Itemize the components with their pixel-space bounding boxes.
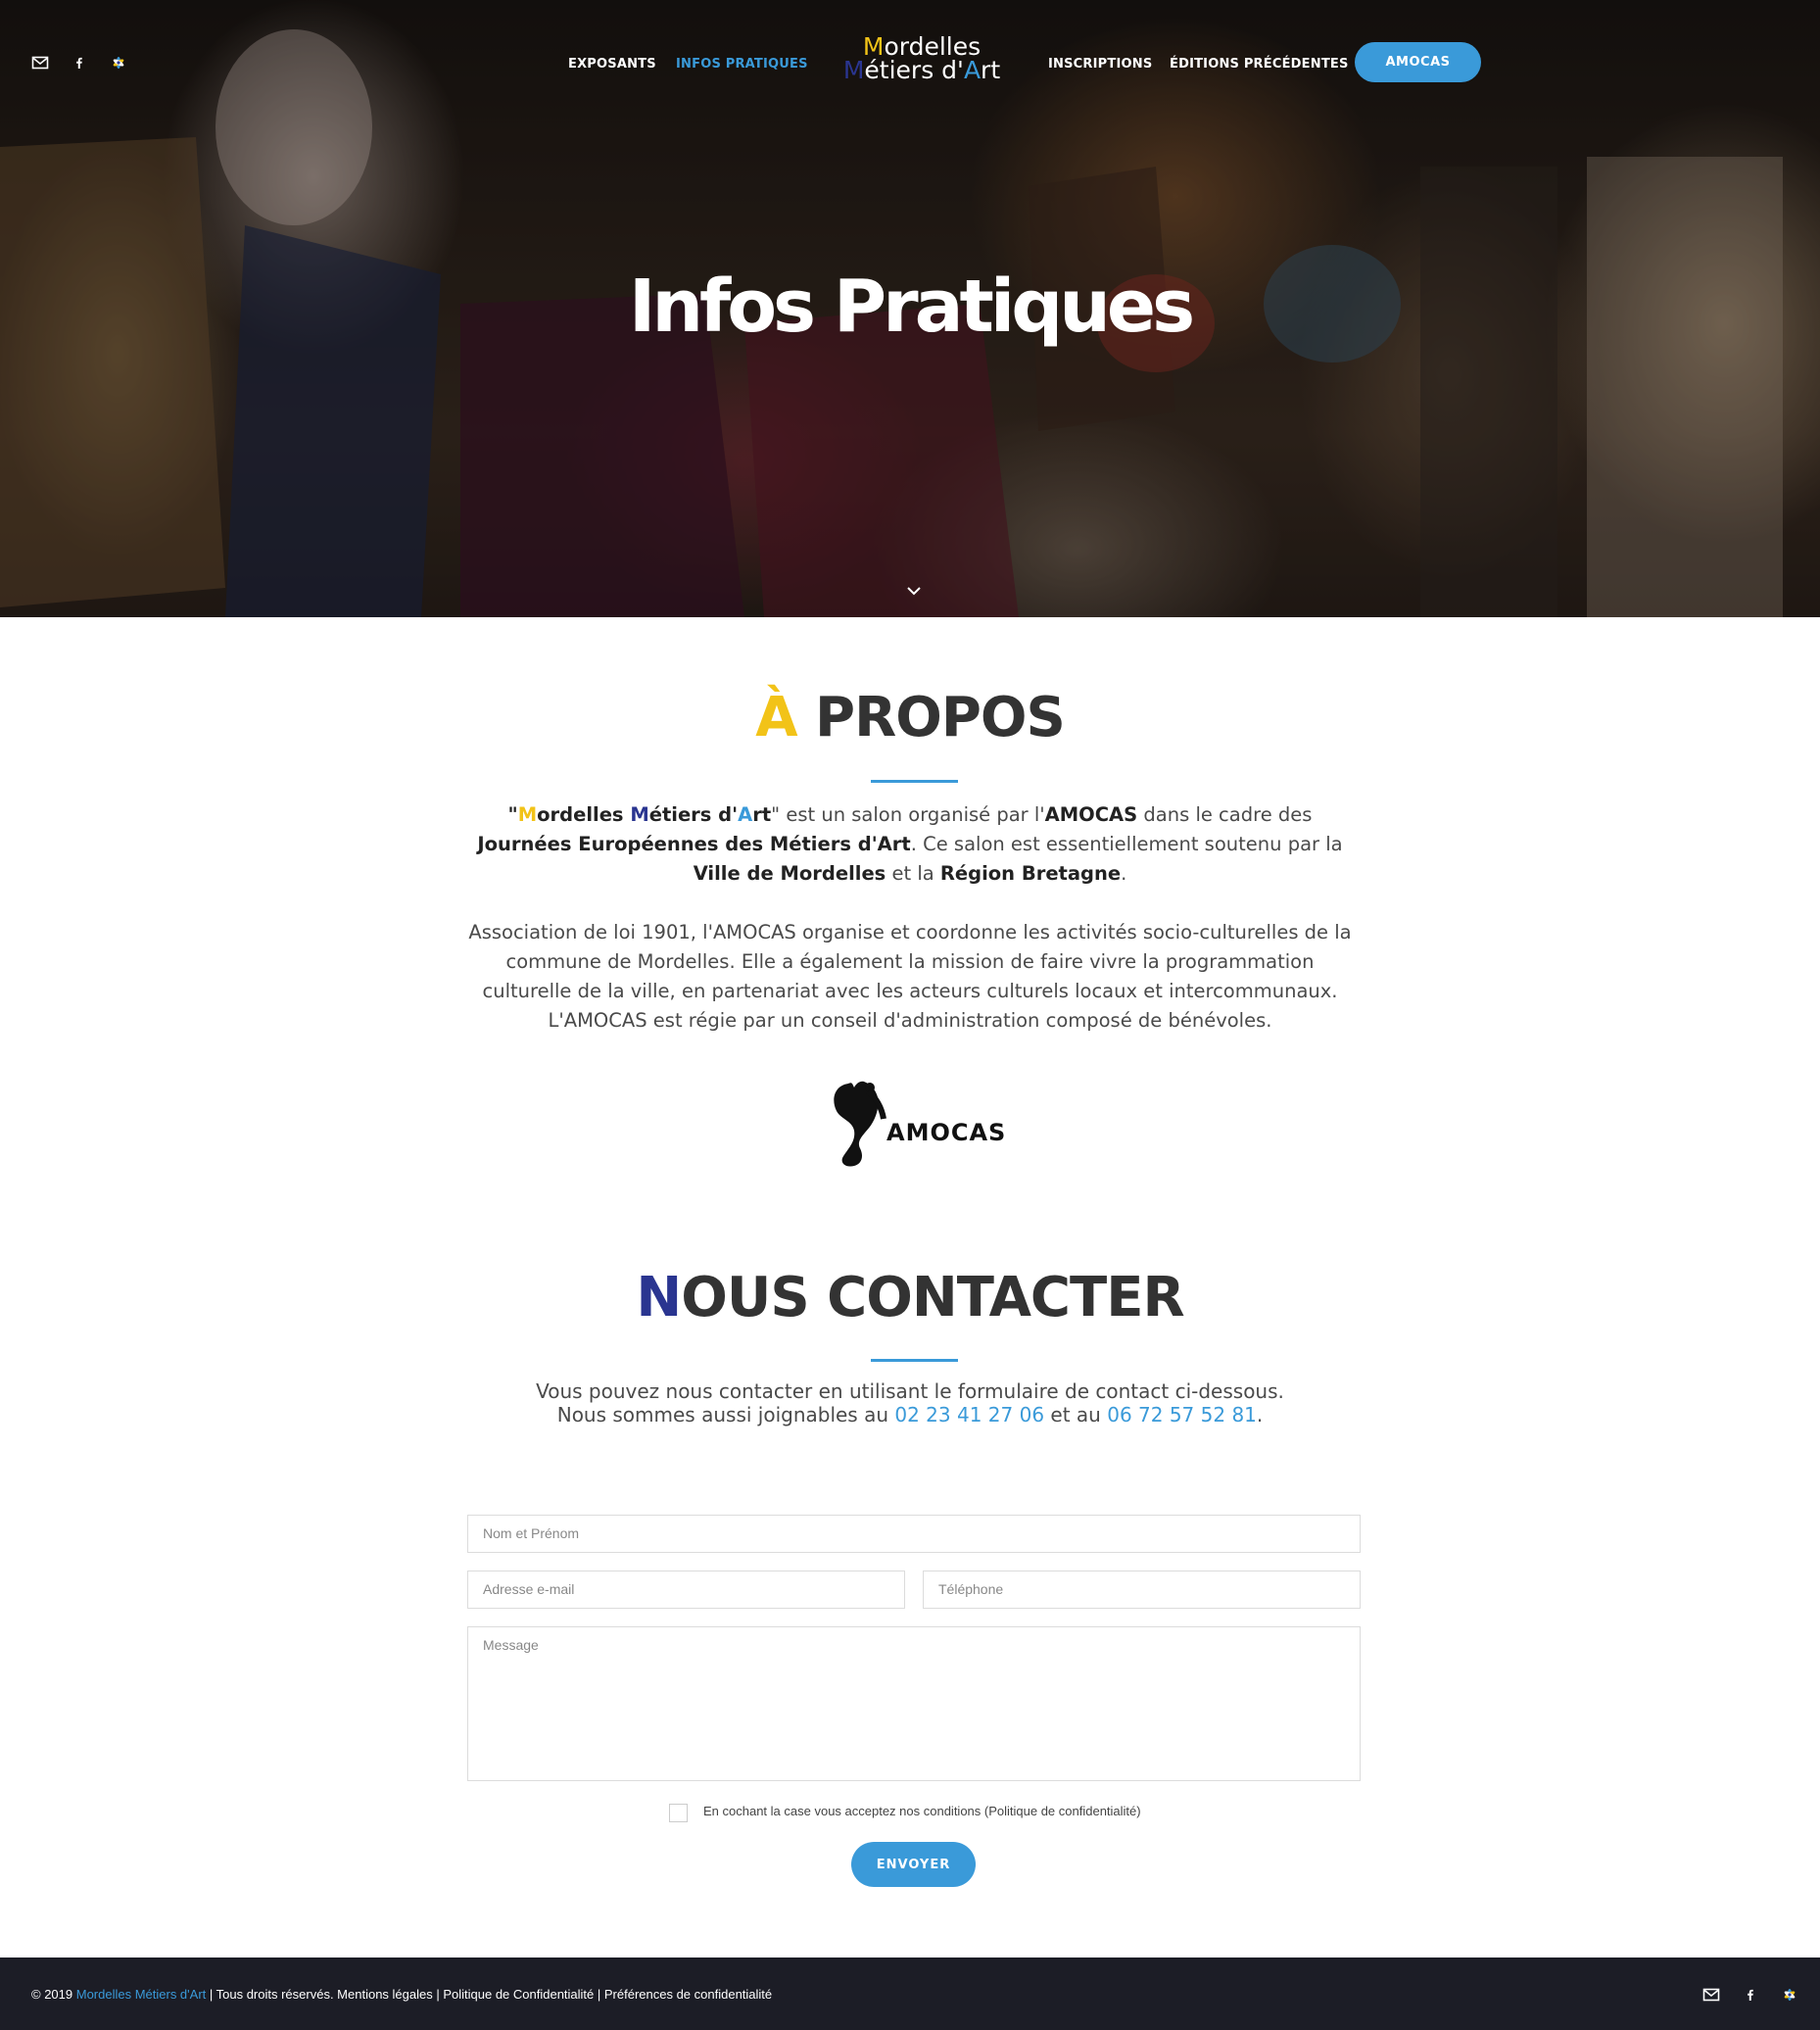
top-navigation: EXPOSANTS INFOS PRATIQUES INSCRIPTIONS É…	[0, 0, 1820, 127]
about-title-rest: PROPOS	[796, 686, 1066, 749]
brand-letter-m1: M	[517, 803, 538, 826]
email-field[interactable]: Adresse e-mail	[467, 1571, 905, 1609]
facebook-icon[interactable]	[71, 54, 88, 72]
nav-infos-pratiques[interactable]: INFOS PRATIQUES	[676, 57, 808, 72]
submit-button[interactable]: ENVOYER	[851, 1842, 976, 1887]
brand-letter-a: A	[738, 803, 753, 826]
contact-title-accent: N	[636, 1266, 682, 1329]
facebook-icon[interactable]	[1742, 1986, 1759, 2004]
nav-exposants[interactable]: EXPOSANTS	[568, 57, 656, 72]
name-field[interactable]: Nom et Prénom	[467, 1515, 1361, 1553]
about-amocas: AMOCAS	[1044, 803, 1138, 826]
site-logo[interactable]: Mordelles Métiers d'Art	[840, 34, 1003, 84]
footer-social-icons	[1702, 1986, 1798, 2004]
contact-line-2: Nous sommes aussi joignables au 02 23 41…	[460, 1403, 1360, 1426]
quote-open: "	[507, 803, 518, 826]
mail-icon[interactable]	[1702, 1986, 1720, 2004]
brand-letter-m2: M	[630, 803, 649, 826]
about-paragraph-1: "Mordelles Métiers d'Art" est un salon o…	[460, 800, 1360, 889]
page-title: Infos Pratiques	[628, 265, 1195, 349]
logo-letter-m2: M	[842, 56, 865, 84]
amocas-logo-text: AMOCAS	[886, 1119, 1007, 1146]
brand-etiers: étiers d'	[648, 803, 739, 826]
about-text-3: . Ce salon est essentiellement soutenu p…	[910, 833, 1343, 855]
contact-text-a: Nous sommes aussi joignables au	[556, 1403, 895, 1426]
contact-divider	[871, 1359, 958, 1362]
contact-text-b: et au	[1044, 1403, 1108, 1426]
about-text-4: et la	[886, 862, 940, 885]
consent-label: En cochant la case vous acceptez nos con…	[703, 1804, 1141, 1818]
hero-banner: EXPOSANTS INFOS PRATIQUES INSCRIPTIONS É…	[0, 0, 1820, 617]
contact-title: NOUS CONTACTER	[0, 1266, 1820, 1329]
about-title: À PROPOS	[0, 686, 1820, 749]
logo-word-etiers: étiers d'	[864, 56, 964, 84]
contact-line-1: Vous pouvez nous contacter en utilisant …	[536, 1379, 1284, 1403]
logo-letter-a: A	[963, 56, 982, 84]
contact-title-rest: OUS CONTACTER	[681, 1266, 1184, 1329]
amocas-button[interactable]: AMOCAS	[1355, 42, 1481, 82]
about-divider	[871, 780, 958, 783]
phone-link-1[interactable]: 02 23 41 27 06	[894, 1403, 1044, 1426]
phone-field[interactable]: Téléphone	[923, 1571, 1361, 1609]
about-ville: Ville de Mordelles	[693, 862, 886, 885]
nav-editions-precedentes[interactable]: ÉDITIONS PRÉCÉDENTES	[1170, 57, 1349, 72]
nav-inscriptions[interactable]: INSCRIPTIONS	[1048, 57, 1152, 72]
footer-copyright: © 2019 Mordelles Métiers d'Art | Tous dr…	[31, 1987, 772, 2002]
logo-word-rt: rt	[981, 56, 1001, 84]
contact-text-c: .	[1256, 1403, 1264, 1426]
mail-icon[interactable]	[31, 54, 49, 72]
footer: © 2019 Mordelles Métiers d'Art | Tous dr…	[0, 1958, 1820, 2030]
phone-link-2[interactable]: 06 72 57 52 81	[1107, 1403, 1257, 1426]
flower-icon[interactable]	[1781, 1986, 1798, 2004]
about-jema: Journées Européennes des Métiers d'Art	[477, 833, 911, 855]
social-icons	[31, 54, 127, 72]
about-region: Région Bretagne	[939, 862, 1122, 885]
chevron-down-icon[interactable]	[905, 584, 923, 598]
footer-copy: © 2019	[31, 1987, 76, 2002]
flower-icon[interactable]	[110, 54, 127, 72]
about-text-2: dans le cadre des	[1137, 803, 1313, 826]
about-text-5: .	[1121, 862, 1127, 885]
message-field[interactable]: Message	[467, 1626, 1361, 1781]
quote-close: "	[771, 803, 781, 826]
consent-checkbox[interactable]	[669, 1804, 688, 1822]
brand-ordelles: ordelles	[537, 803, 631, 826]
brand-rt: rt	[752, 803, 772, 826]
about-paragraph-2: Association de loi 1901, l'AMOCAS organi…	[468, 921, 1352, 1032]
footer-brand-link[interactable]: Mordelles Métiers d'Art	[76, 1987, 207, 2002]
footer-legal-links[interactable]: | Tous droits réservés. Mentions légales…	[206, 1987, 772, 2002]
about-text-1: est un salon organisé par l'	[780, 803, 1045, 826]
about-title-accent: À	[755, 686, 797, 749]
